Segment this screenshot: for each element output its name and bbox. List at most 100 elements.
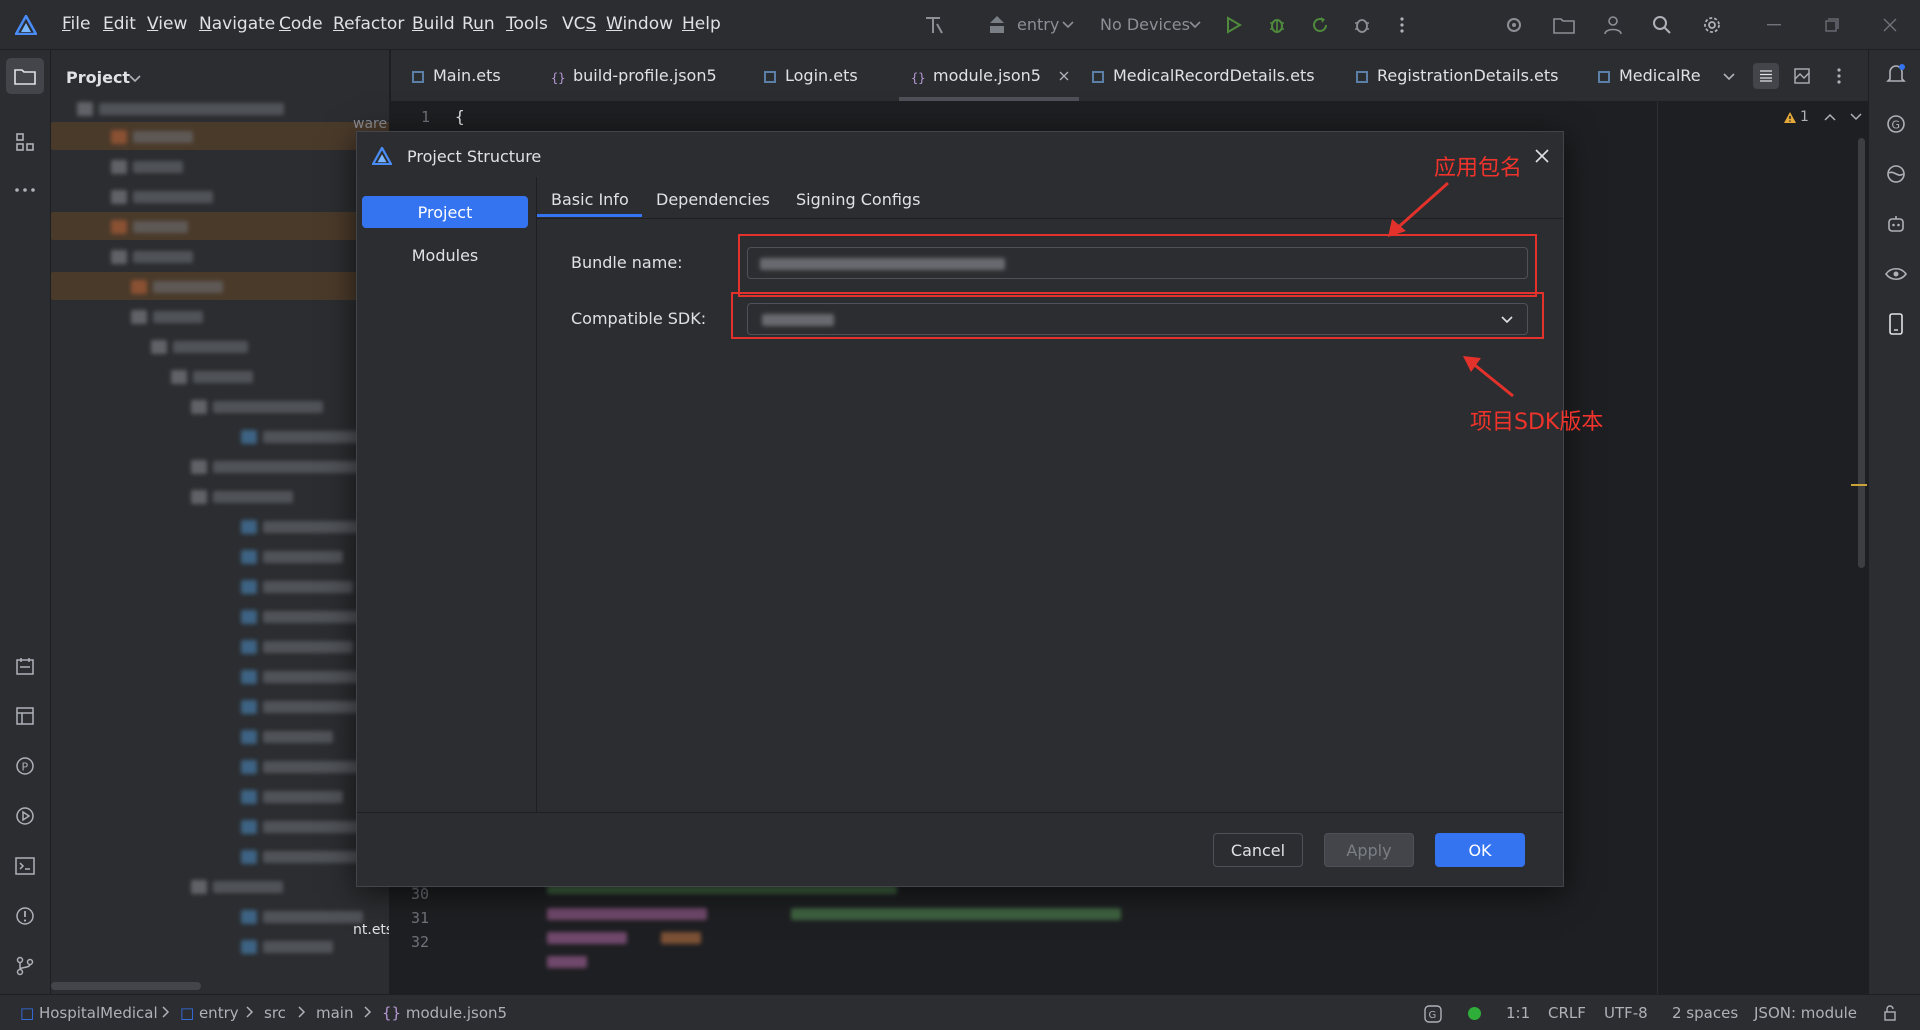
tree-item[interactable]	[151, 338, 250, 356]
menu-file[interactable]: File	[62, 14, 90, 34]
tree-item[interactable]	[191, 488, 295, 506]
tab-dependencies[interactable]: Dependencies	[656, 190, 770, 209]
more-vertical-icon[interactable]	[1394, 13, 1410, 37]
emulator-phone-icon[interactable]	[1883, 311, 1909, 337]
menu-navigate[interactable]: Navigate	[199, 14, 275, 34]
apply-button[interactable]: Apply	[1324, 833, 1414, 867]
services-icon[interactable]	[12, 803, 38, 829]
tree-item[interactable]	[241, 848, 365, 866]
editor-scrollbar[interactable]	[1858, 138, 1865, 568]
line-separator[interactable]: CRLF	[1548, 1004, 1586, 1022]
menu-build[interactable]: Build	[412, 14, 455, 34]
cancel-button[interactable]: Cancel	[1213, 833, 1303, 867]
breadcrumb-item[interactable]: {} module.json5	[382, 1004, 507, 1022]
warning-icon[interactable]	[1782, 109, 1798, 125]
file-encoding[interactable]: UTF-8	[1604, 1004, 1648, 1022]
device-manager-icon[interactable]	[1883, 161, 1909, 187]
ok-button[interactable]: OK	[1435, 833, 1525, 867]
notifications-icon[interactable]	[1883, 61, 1909, 87]
device-selector[interactable]: No Devices	[1100, 15, 1190, 34]
chevron-down-icon[interactable]	[128, 72, 142, 86]
menu-edit[interactable]: Edit	[103, 14, 136, 34]
search-icon[interactable]	[1650, 13, 1674, 37]
tree-item[interactable]	[111, 128, 195, 146]
run-icon[interactable]	[1222, 13, 1246, 37]
chevron-up-icon[interactable]	[1823, 110, 1837, 124]
tree-item[interactable]	[111, 248, 195, 266]
attach-debugger-icon[interactable]	[1350, 13, 1374, 37]
close-window-icon[interactable]	[1878, 13, 1902, 37]
text-tool-icon[interactable]	[921, 12, 947, 38]
more-vertical-icon[interactable]	[1831, 63, 1847, 89]
layout-inspector-icon[interactable]	[12, 703, 38, 729]
cursor-position[interactable]: 1:1	[1506, 1004, 1530, 1022]
menu-refactor[interactable]: Refactor	[333, 14, 404, 34]
run-config-selector[interactable]: entry	[1017, 15, 1059, 34]
todo-icon[interactable]	[12, 653, 38, 679]
tree-item[interactable]	[241, 608, 365, 626]
tree-item[interactable]	[111, 158, 185, 176]
terminal-icon[interactable]	[12, 853, 38, 879]
tree-item[interactable]	[191, 458, 365, 476]
tree-item[interactable]	[241, 758, 365, 776]
tree-item[interactable]	[241, 788, 345, 806]
tree-item[interactable]	[171, 368, 255, 386]
editor-tab[interactable]: {} module.json5	[911, 66, 1069, 85]
menu-tools[interactable]: Tools	[506, 14, 548, 34]
editor-tab[interactable]: {} build-profile.json5	[551, 66, 717, 85]
close-icon[interactable]	[1532, 146, 1552, 166]
breadcrumb-item[interactable]: main	[316, 1004, 353, 1022]
tree-item[interactable]	[111, 218, 190, 236]
project-panel-title[interactable]: Project	[66, 68, 130, 87]
editor-tab[interactable]: MedicalRecordDetails.ets	[1091, 66, 1315, 85]
project-tool-icon[interactable]	[6, 58, 44, 94]
tree-item[interactable]	[241, 818, 365, 836]
project-folder-icon[interactable]	[1551, 13, 1577, 37]
settings-gear-icon[interactable]	[1700, 13, 1724, 37]
codegenie-status-icon[interactable]: G	[1422, 1003, 1444, 1025]
menu-help[interactable]: Help	[682, 14, 721, 34]
menu-vcs[interactable]: VCS	[562, 14, 596, 34]
side-nav-project[interactable]: Project	[362, 196, 528, 228]
tree-item[interactable]	[241, 638, 355, 656]
menu-run[interactable]: Run	[462, 14, 495, 34]
tree-item[interactable]	[131, 278, 225, 296]
tree-item[interactable]	[241, 908, 365, 926]
minimize-icon[interactable]	[1762, 13, 1786, 37]
tab-signing-configs[interactable]: Signing Configs	[796, 190, 920, 209]
restore-icon[interactable]	[1820, 13, 1844, 37]
tree-item[interactable]	[241, 728, 335, 746]
editor-tab[interactable]: Main.ets	[411, 66, 501, 85]
lock-icon[interactable]	[1880, 1003, 1900, 1023]
debug-icon[interactable]	[1265, 13, 1289, 37]
tree-item[interactable]	[241, 938, 335, 956]
account-icon[interactable]	[1601, 13, 1625, 37]
plugin-icon[interactable]	[1502, 13, 1526, 37]
chevron-down-icon[interactable]	[1849, 110, 1863, 124]
menu-view[interactable]: View	[147, 14, 187, 34]
breadcrumb-item[interactable]: □ entry	[180, 1004, 239, 1022]
previewer-eye-icon[interactable]	[1883, 261, 1909, 287]
assistant-icon[interactable]	[1883, 211, 1909, 237]
tree-item[interactable]	[191, 878, 285, 896]
tab-basic-info[interactable]: Basic Info	[551, 190, 629, 209]
reader-mode-icon[interactable]	[1753, 63, 1779, 89]
tree-item[interactable]	[241, 428, 365, 446]
file-type[interactable]: JSON: module	[1754, 1004, 1857, 1022]
profiler-icon[interactable]: P	[12, 753, 38, 779]
tree-scrollbar[interactable]	[51, 982, 201, 990]
menu-window[interactable]: Window	[606, 14, 673, 34]
menu-code[interactable]: Code	[279, 14, 323, 34]
breadcrumb-item[interactable]: src	[264, 1004, 286, 1022]
editor-tab[interactable]: Login.ets	[763, 66, 858, 85]
indent-setting[interactable]: 2 spaces	[1672, 1004, 1738, 1022]
tree-item[interactable]	[241, 578, 355, 596]
close-tab-icon[interactable]	[1059, 66, 1069, 85]
tree-item[interactable]	[111, 188, 215, 206]
tree-item[interactable]	[131, 308, 205, 326]
editor-tab[interactable]: RegistrationDetails.ets	[1355, 66, 1559, 85]
tree-item[interactable]	[77, 100, 286, 118]
tree-item[interactable]	[241, 518, 365, 536]
problems-icon[interactable]	[12, 903, 38, 929]
tree-item[interactable]	[241, 698, 365, 716]
